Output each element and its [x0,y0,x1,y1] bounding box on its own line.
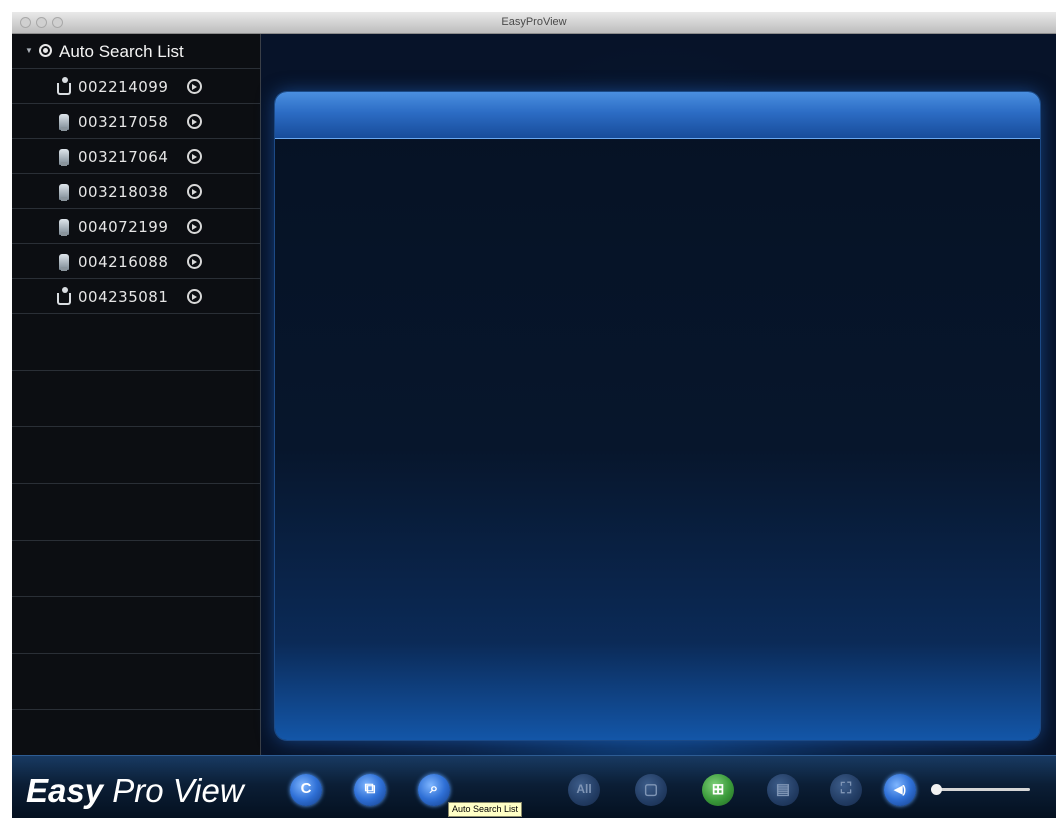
window-title: EasyProView [501,16,567,28]
quad-view-icon: ⊞ [711,781,725,798]
fullscreen-button[interactable]: ⛶ [830,774,862,806]
divider [12,540,260,541]
volume-button[interactable]: ◀) [884,774,916,806]
speaker-icon: ◀) [893,784,907,796]
device-row[interactable]: 004072199 [12,209,260,244]
device-id: 003218038 [78,183,169,201]
connect-icon: C [300,780,312,797]
device-id: 004216088 [78,253,169,271]
device-arrow-icon[interactable] [187,219,202,234]
list-icon [39,44,52,57]
divider [12,370,260,371]
device-row[interactable]: 003217064 [12,139,260,174]
device-row[interactable]: 003218038 [12,174,260,209]
main-view-area [261,34,1056,755]
device-id: 003217058 [78,113,169,131]
magnifier-icon: ⌕ [429,780,439,797]
device-arrow-icon[interactable] [187,184,202,199]
device-row[interactable]: 002214099 [12,69,260,104]
camera-icon [59,254,69,271]
volume-slider[interactable] [932,788,1030,791]
fullscreen-icon: ⛶ [840,780,852,797]
bottom-toolbar: Easy Pro View C ⧉ ⌕ Auto Search List All… [12,755,1056,818]
divider [12,426,260,427]
divider [12,709,260,710]
divider [12,596,260,597]
device-arrow-icon[interactable] [187,79,202,94]
camera-icon [59,114,69,131]
auto-search-button[interactable]: ⌕ [418,774,450,806]
device-id: 004235081 [78,288,169,306]
camera-icon [59,219,69,236]
device-id: 004072199 [78,218,169,236]
app-window: EasyProView ▼ Auto Search List 002214099… [12,12,1056,818]
video-panel-header [275,92,1040,139]
single-view-icon: ▢ [643,781,659,798]
disclosure-triangle-icon[interactable]: ▼ [25,46,33,55]
tooltip: Auto Search List [448,802,523,817]
divider [12,653,260,654]
dome-camera-icon [57,287,71,305]
single-view-button[interactable]: ▢ [635,774,667,806]
brand-bold: Easy [26,772,104,809]
dome-camera-icon [57,77,71,95]
camera-icon [59,184,69,201]
camera-icon [59,149,69,166]
title-bar: EasyProView [12,12,1056,34]
device-id: 003217064 [78,148,169,166]
device-row[interactable]: 003217058 [12,104,260,139]
device-arrow-icon[interactable] [187,149,202,164]
device-id: 002214099 [78,78,169,96]
view-all-button[interactable]: All [568,774,600,806]
device-row[interactable]: 004235081 [12,279,260,314]
layout-icon: ▤ [775,781,791,798]
connect-button[interactable]: C [290,774,322,806]
brand-logo: Easy Pro View [26,772,244,810]
device-list-icon: ⧉ [364,780,376,797]
sidebar-title: Auto Search List [59,42,184,61]
video-panel[interactable] [275,92,1040,740]
auto-search-sidebar: ▼ Auto Search List 002214099 003217058 0… [12,34,261,755]
volume-slider-knob[interactable] [931,784,943,795]
all-icon: All [576,782,592,796]
layout-button[interactable]: ▤ [767,774,799,806]
auto-search-list-header[interactable]: ▼ Auto Search List [12,34,260,69]
quad-view-button[interactable]: ⊞ [702,774,734,806]
device-arrow-icon[interactable] [187,254,202,269]
divider [12,483,260,484]
device-list-button[interactable]: ⧉ [354,774,386,806]
device-arrow-icon[interactable] [187,289,202,304]
device-row[interactable]: 004216088 [12,244,260,279]
device-arrow-icon[interactable] [187,114,202,129]
brand-light: Pro View [103,772,244,809]
